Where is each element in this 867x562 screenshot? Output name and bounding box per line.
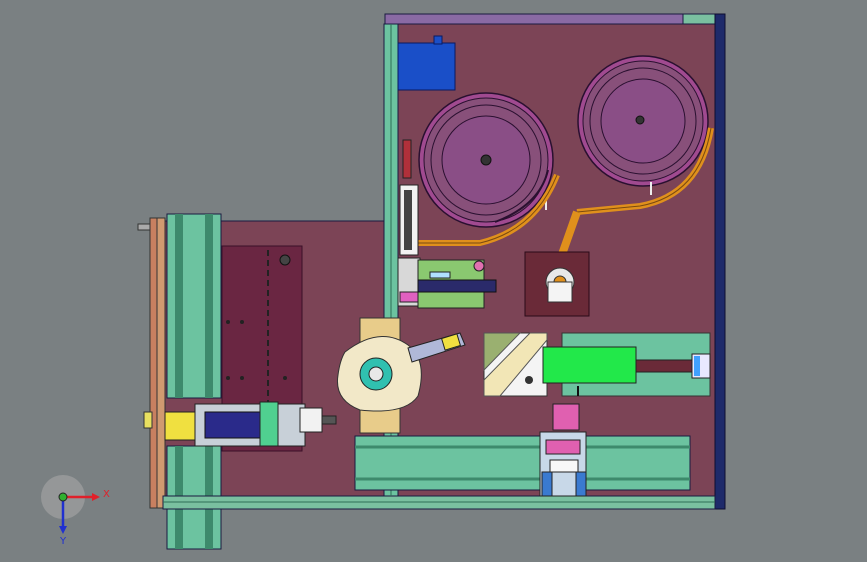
lower-linear-rail[interactable]: [354, 435, 691, 491]
vibratory-bowl-left[interactable]: [418, 92, 554, 228]
cad-viewport[interactable]: X Y: [0, 0, 867, 562]
horizontal-slide-unit[interactable]: [417, 259, 497, 309]
z-axis-dot-icon: [58, 492, 68, 502]
rotary-index-block[interactable]: [524, 251, 590, 317]
top-edge-rail: [384, 13, 716, 25]
x-axis-label: X: [103, 489, 110, 500]
bottom-horizontal-rail[interactable]: [162, 495, 716, 510]
y-axis-label: Y: [59, 536, 67, 547]
screw-icon: [279, 254, 291, 266]
white-diagonal-block[interactable]: [483, 332, 548, 397]
right-edge-rail: [714, 13, 726, 510]
green-station-block[interactable]: [542, 332, 711, 397]
blue-motor-box[interactable]: [397, 35, 456, 91]
